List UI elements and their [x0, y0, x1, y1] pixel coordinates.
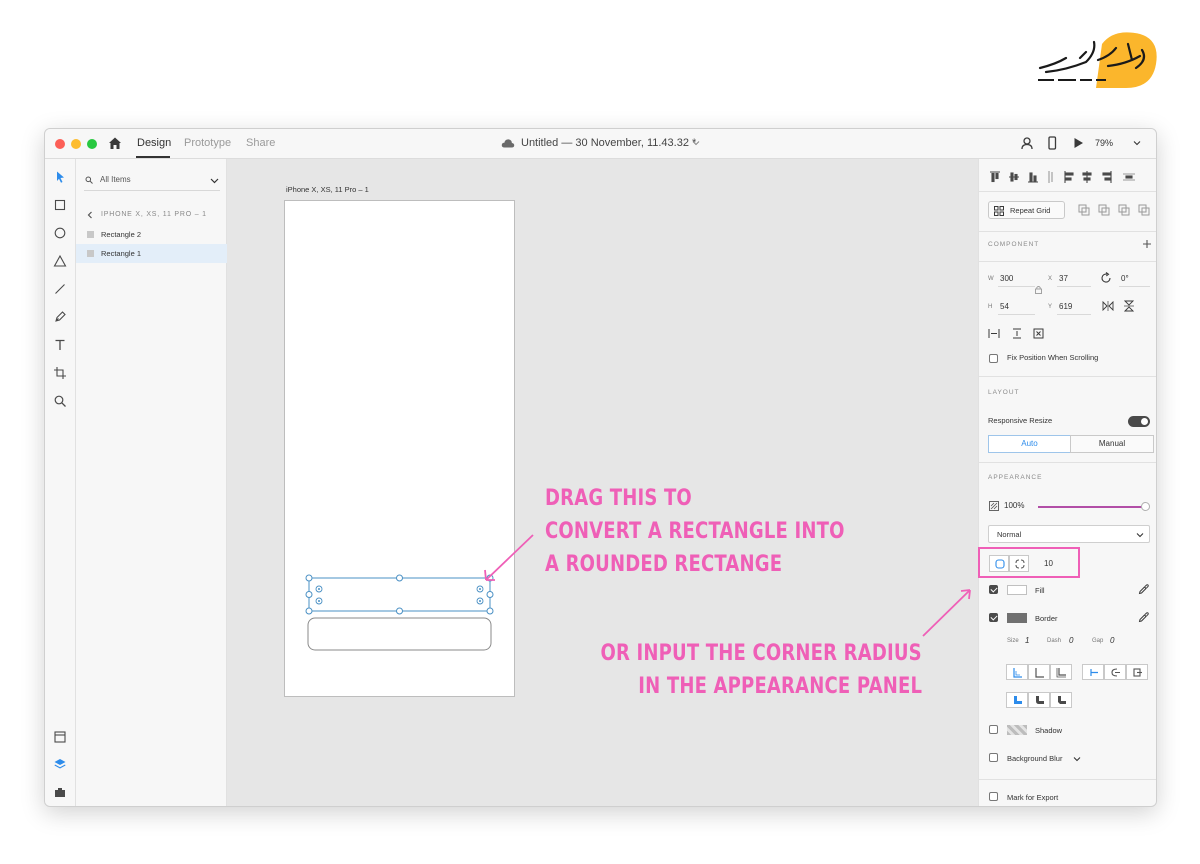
annotation-input-line-1: OR INPUT THE CORNER RADIUS	[600, 641, 922, 666]
annotation-arrows	[484, 534, 971, 637]
annotation-drag-line-3: A ROUNDED RECTANGE	[545, 552, 783, 577]
page: Design Prototype Share Untitled — 30 Nov…	[0, 0, 1200, 864]
annotation-input-line-2: IN THE APPEARANCE PANEL	[638, 674, 922, 699]
corner-radius-highlight	[978, 547, 1080, 578]
annotation-drag-line-2: CONVERT A RECTANGLE INTO	[545, 519, 845, 544]
annotation-drag-line-1: DRAG THIS TO	[545, 486, 692, 511]
